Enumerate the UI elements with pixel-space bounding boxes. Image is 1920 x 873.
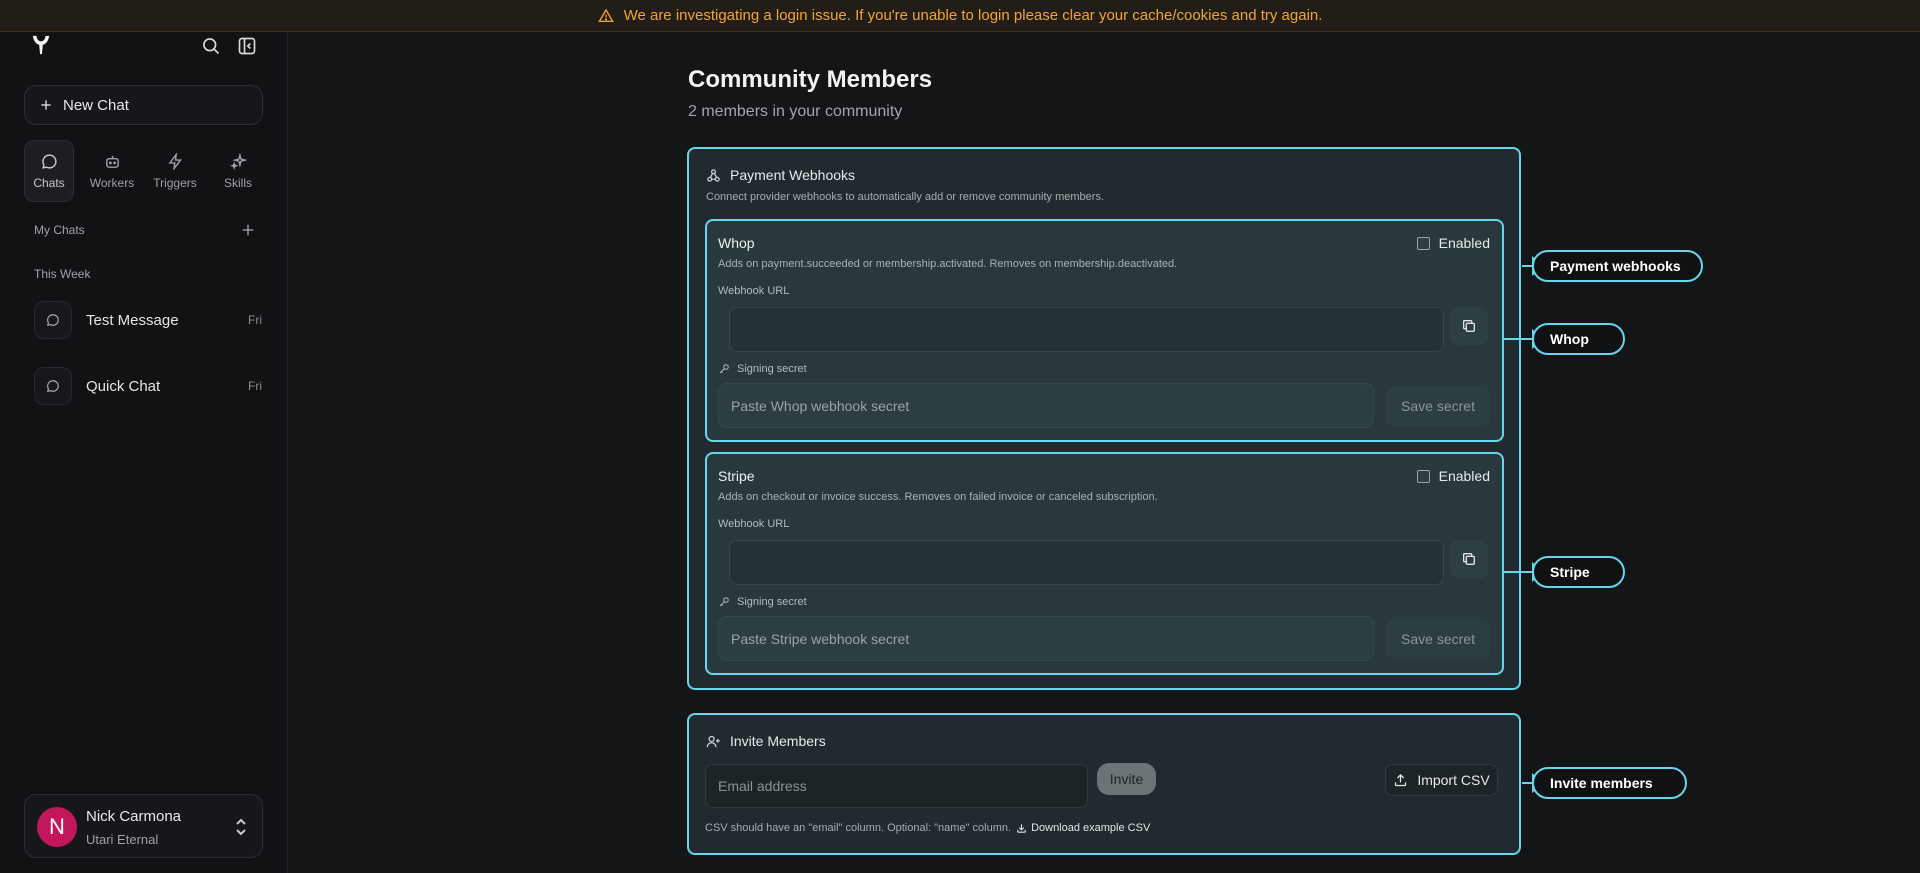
webhook-url-label: Webhook URL	[718, 285, 790, 297]
search-icon[interactable]	[199, 34, 223, 58]
invite-members-title: Invite Members	[706, 733, 826, 749]
avatar: N	[37, 807, 77, 847]
banner-text: We are investigating a login issue. If y…	[623, 7, 1323, 24]
whop-save-secret-button[interactable]: Save secret	[1386, 386, 1490, 426]
email-address-input[interactable]: Email address	[705, 764, 1088, 808]
tab-chats[interactable]: Chats	[24, 140, 74, 202]
invite-members-label: Invite Members	[730, 733, 826, 749]
callout-invite-members: Invite members	[1532, 767, 1687, 799]
tab-triggers-label: Triggers	[153, 175, 197, 190]
key-icon	[719, 597, 729, 607]
copy-icon	[1463, 320, 1475, 332]
this-week-heading: This Week	[34, 267, 91, 281]
signing-secret-label: Signing secret	[718, 363, 807, 375]
signing-secret-text: Signing secret	[737, 596, 807, 608]
import-csv-label: Import CSV	[1417, 772, 1490, 788]
user-plus-icon	[706, 735, 720, 747]
lightning-icon	[167, 152, 182, 170]
sidebar: New Chat Chats Workers Triggers Skills M…	[0, 32, 288, 873]
download-icon	[1017, 823, 1026, 833]
tab-workers-label: Workers	[89, 175, 135, 190]
tab-skills-label: Skills	[223, 175, 252, 190]
csv-format-note: CSV should have an "email" column. Optio…	[705, 822, 1150, 834]
chat-title: Quick Chat	[86, 377, 161, 395]
stripe-enabled-toggle[interactable]: Enabled	[1416, 468, 1490, 484]
new-chat-button[interactable]: New Chat	[24, 85, 263, 125]
sparkles-icon	[229, 152, 247, 170]
warning-icon	[597, 8, 614, 22]
download-example-csv-link[interactable]: Download example CSV	[1016, 822, 1150, 834]
tab-chats-label: Chats	[33, 175, 65, 190]
payment-webhooks-label: Payment Webhooks	[730, 167, 856, 183]
login-issue-banner: We are investigating a login issue. If y…	[0, 0, 1920, 32]
chevron-up-down-icon	[236, 818, 246, 836]
callout-whop: Whop	[1532, 323, 1625, 355]
user-account-switcher[interactable]: N Nick Carmona Utari Eternal	[24, 794, 263, 858]
upload-icon	[1395, 773, 1407, 786]
provider-description: Adds on checkout or invoice success. Rem…	[718, 491, 1158, 503]
provider-name: Whop	[718, 235, 755, 251]
user-name: Nick Carmona	[86, 808, 182, 825]
import-csv-button[interactable]: Import CSV	[1385, 764, 1498, 796]
chat-item-quick-chat[interactable]: Quick Chat Fri	[34, 366, 262, 406]
enabled-label: Enabled	[1438, 468, 1490, 484]
copy-url-button[interactable]	[1450, 307, 1488, 345]
invite-button[interactable]: Invite	[1097, 763, 1156, 795]
plus-icon	[41, 100, 51, 110]
collapse-sidebar-icon[interactable]	[235, 34, 259, 58]
provider-description: Adds on payment.succeeded or membership.…	[718, 258, 1178, 270]
sidebar-nav-tabs: Chats Workers Triggers Skills	[24, 140, 263, 202]
callout-payment-webhooks: Payment webhooks	[1532, 250, 1703, 282]
enabled-label: Enabled	[1438, 235, 1490, 251]
page-subtitle: 2 members in your community	[688, 103, 903, 120]
chat-bubble-icon	[41, 153, 57, 169]
whop-webhook-url-field[interactable]	[729, 307, 1444, 352]
my-chats-heading: My Chats	[34, 223, 85, 237]
provider-name: Stripe	[718, 468, 755, 484]
tab-triggers[interactable]: Triggers	[150, 140, 200, 202]
stripe-webhook-url-field[interactable]	[729, 540, 1444, 585]
whop-secret-input[interactable]: Paste Whop webhook secret	[718, 383, 1374, 428]
user-organization: Utari Eternal	[86, 832, 159, 847]
app-logo-icon[interactable]	[30, 34, 52, 56]
signing-secret-label: Signing secret	[718, 596, 807, 608]
whop-provider-card: Whop Adds on payment.succeeded or member…	[705, 219, 1504, 442]
page-title: Community Members	[688, 66, 933, 93]
stripe-provider-card: Stripe Adds on checkout or invoice succe…	[705, 452, 1504, 675]
copy-icon	[1463, 553, 1475, 565]
add-chat-plus-icon[interactable]	[240, 222, 256, 238]
chat-date: Fri	[248, 313, 262, 327]
payment-webhooks-description: Connect provider webhooks to automatical…	[706, 191, 1105, 203]
whop-enabled-toggle[interactable]: Enabled	[1416, 235, 1490, 251]
chat-item-test-message[interactable]: Test Message Fri	[34, 300, 262, 340]
new-chat-label: New Chat	[63, 96, 129, 114]
download-example-csv-label: Download example CSV	[1031, 822, 1151, 834]
chat-bubble-icon	[34, 301, 72, 339]
stripe-secret-input[interactable]: Paste Stripe webhook secret	[718, 616, 1374, 661]
signing-secret-text: Signing secret	[737, 363, 807, 375]
stripe-save-secret-button[interactable]: Save secret	[1386, 619, 1490, 659]
webhook-url-label: Webhook URL	[718, 518, 790, 530]
chat-date: Fri	[248, 379, 262, 393]
chat-bubble-icon	[34, 367, 72, 405]
key-icon	[719, 364, 729, 374]
enabled-checkbox[interactable]	[1416, 236, 1430, 250]
copy-url-button[interactable]	[1450, 540, 1488, 578]
csv-note-text: CSV should have an "email" column. Optio…	[705, 822, 1012, 834]
enabled-checkbox[interactable]	[1416, 469, 1430, 483]
robot-icon	[105, 155, 119, 168]
webhook-icon	[707, 168, 720, 182]
tab-workers[interactable]: Workers	[87, 140, 137, 202]
callout-stripe: Stripe	[1532, 556, 1625, 588]
payment-webhooks-title: Payment Webhooks	[706, 167, 855, 183]
chat-title: Test Message	[86, 311, 179, 329]
tab-skills[interactable]: Skills	[213, 140, 263, 202]
